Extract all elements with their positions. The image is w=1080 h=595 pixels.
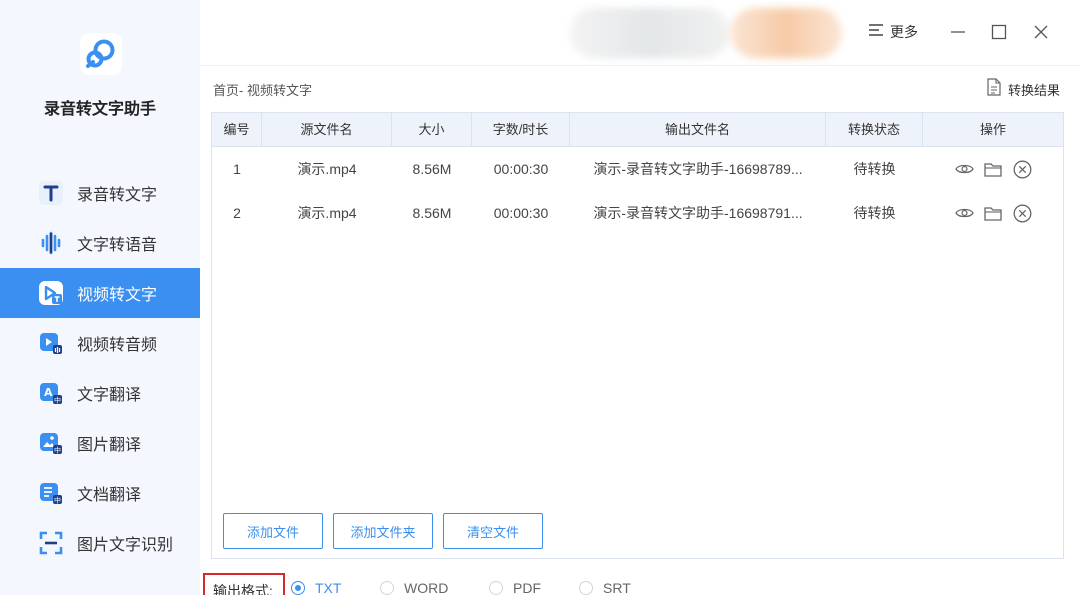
sidebar-item-text-translate[interactable]: A中 文字翻译 — [0, 368, 200, 418]
format-option-label: TXT — [315, 580, 342, 595]
cell-duration: 00:00:30 — [493, 205, 549, 221]
cell-actions — [923, 191, 1063, 235]
remove-circle-x-icon[interactable] — [1013, 160, 1032, 179]
sidebar-item-label: 录音转文字 — [77, 187, 158, 204]
format-option-label: PDF — [513, 580, 541, 595]
file-list-panel: 编号 源文件名 大小 字数/时长 输出文件名 转换状态 操作 1 演示.mp4 … — [211, 112, 1064, 559]
cell-number: 2 — [233, 205, 241, 221]
cell-output-file: 演示-录音转文字助手-16698791... — [593, 205, 803, 221]
maximize-button[interactable] — [987, 20, 1011, 44]
column-header-source-file: 源文件名 — [262, 113, 392, 147]
sidebar-item-label: 图片翻译 — [77, 437, 142, 454]
cell-size: 8.56M — [412, 161, 452, 177]
sidebar-item-text-to-speech[interactable]: 文字转语音 — [0, 218, 200, 268]
sidebar-nav: 录音转文字 文字转语音 视频转文字 视频转音频 A中 文字翻译 中 图片翻译 中… — [0, 168, 200, 568]
clear-files-button[interactable]: 清空文件 — [443, 513, 543, 549]
cell-size: 8.56M — [412, 205, 452, 221]
close-icon — [1034, 25, 1048, 39]
sidebar-item-label: 文档翻译 — [77, 487, 142, 504]
column-header-number: 编号 — [212, 113, 262, 147]
more-menu-button[interactable]: 更多 — [868, 22, 918, 42]
more-menu-label: 更多 — [890, 24, 918, 40]
cell-actions — [923, 147, 1063, 191]
ocr-scan-icon — [38, 530, 64, 556]
svg-text:中: 中 — [54, 446, 61, 455]
preview-eye-icon[interactable] — [954, 160, 974, 179]
radio-button[interactable] — [489, 581, 503, 595]
svg-text:中: 中 — [54, 496, 61, 505]
cell-number: 1 — [233, 161, 241, 177]
document-translate-icon: 中 — [38, 480, 64, 506]
conversion-results-link[interactable]: 转换结果 — [986, 78, 1060, 101]
breadcrumb: 首页- 视频转文字 — [213, 83, 312, 98]
cell-source-file: 演示.mp4 — [297, 161, 357, 177]
menu-lines-icon — [868, 23, 884, 42]
letter-t-icon — [38, 180, 64, 206]
cell-status: 待转换 — [853, 205, 896, 221]
sidebar-item-video-to-text[interactable]: 视频转文字 — [0, 268, 200, 318]
sidebar-item-speech-to-text[interactable]: 录音转文字 — [0, 168, 200, 218]
app-logo-icon — [80, 33, 122, 75]
format-option-pdf[interactable]: PDF — [489, 580, 541, 595]
sound-wave-icon — [38, 230, 64, 256]
maximize-icon — [991, 24, 1007, 40]
close-window-button[interactable] — [1029, 20, 1053, 44]
sidebar-item-label: 视频转文字 — [77, 287, 158, 304]
blurred-user-area — [570, 8, 730, 58]
format-option-label: WORD — [404, 580, 449, 595]
sidebar-item-label: 文字转语音 — [77, 237, 158, 254]
sidebar-item-document-translate[interactable]: 中 文档翻译 — [0, 468, 200, 518]
cell-output-file: 演示-录音转文字助手-16698789... — [593, 161, 803, 177]
preview-eye-icon[interactable] — [954, 204, 974, 223]
blurred-promo-area — [730, 8, 842, 58]
column-header-status: 转换状态 — [826, 113, 923, 147]
sidebar-item-image-translate[interactable]: 中 图片翻译 — [0, 418, 200, 468]
column-header-actions: 操作 — [979, 122, 1006, 137]
open-folder-icon[interactable] — [984, 160, 1003, 179]
document-icon — [986, 78, 1002, 101]
add-folder-button[interactable]: 添加文件夹 — [333, 513, 433, 549]
format-option-txt[interactable]: TXT — [291, 580, 341, 595]
video-audio-icon — [38, 330, 64, 356]
format-option-word[interactable]: WORD — [380, 580, 448, 595]
image-translate-icon: 中 — [38, 430, 64, 456]
video-text-icon — [38, 280, 64, 306]
format-option-srt[interactable]: SRT — [579, 580, 631, 595]
add-file-button[interactable]: 添加文件 — [223, 513, 323, 549]
sidebar: 录音转文字助手 录音转文字 文字转语音 视频转文字 视频转音频 A 中 文字翻译… — [0, 0, 200, 595]
cell-duration: 00:00:30 — [493, 161, 549, 177]
svg-text:A: A — [44, 386, 53, 399]
minimize-button[interactable] — [946, 20, 970, 44]
minimize-icon — [951, 31, 965, 33]
table-header: 编号 源文件名 大小 字数/时长 输出文件名 转换状态 操作 — [212, 113, 1063, 147]
table-row[interactable]: 1 演示.mp4 8.56M 00:00:30 演示-录音转文字助手-16698… — [212, 147, 1063, 191]
table-body: 1 演示.mp4 8.56M 00:00:30 演示-录音转文字助手-16698… — [212, 147, 1063, 235]
column-header-size: 大小 — [392, 113, 472, 147]
open-folder-icon[interactable] — [984, 204, 1003, 223]
app-title: 录音转文字助手 — [43, 101, 156, 118]
radio-button-selected[interactable] — [291, 581, 305, 595]
sidebar-item-label: 文字翻译 — [77, 387, 142, 404]
radio-button[interactable] — [380, 581, 394, 595]
column-header-output-file: 输出文件名 — [570, 113, 826, 147]
radio-button[interactable] — [579, 581, 593, 595]
sidebar-item-video-to-audio[interactable]: 视频转音频 — [0, 318, 200, 368]
cell-status: 待转换 — [853, 161, 896, 177]
table-row[interactable]: 2 演示.mp4 8.56M 00:00:30 演示-录音转文字助手-16698… — [212, 191, 1063, 235]
text-translate-icon: A中 — [38, 380, 64, 406]
format-option-label: SRT — [603, 580, 631, 595]
sidebar-item-label: 图片文字识别 — [77, 537, 174, 554]
svg-text:中: 中 — [54, 396, 61, 405]
title-bar: 更多 — [200, 0, 1080, 66]
output-format-label: 输出格式: — [213, 583, 273, 595]
file-action-buttons: 添加文件 添加文件夹 清空文件 — [223, 513, 543, 549]
cell-source-file: 演示.mp4 — [297, 205, 357, 221]
column-header-duration: 字数/时长 — [472, 113, 570, 147]
sidebar-item-label: 视频转音频 — [77, 337, 158, 354]
sidebar-item-image-ocr[interactable]: 图片文字识别 — [0, 518, 200, 568]
remove-circle-x-icon[interactable] — [1013, 204, 1032, 223]
conversion-results-label: 转换结果 — [1008, 83, 1061, 98]
